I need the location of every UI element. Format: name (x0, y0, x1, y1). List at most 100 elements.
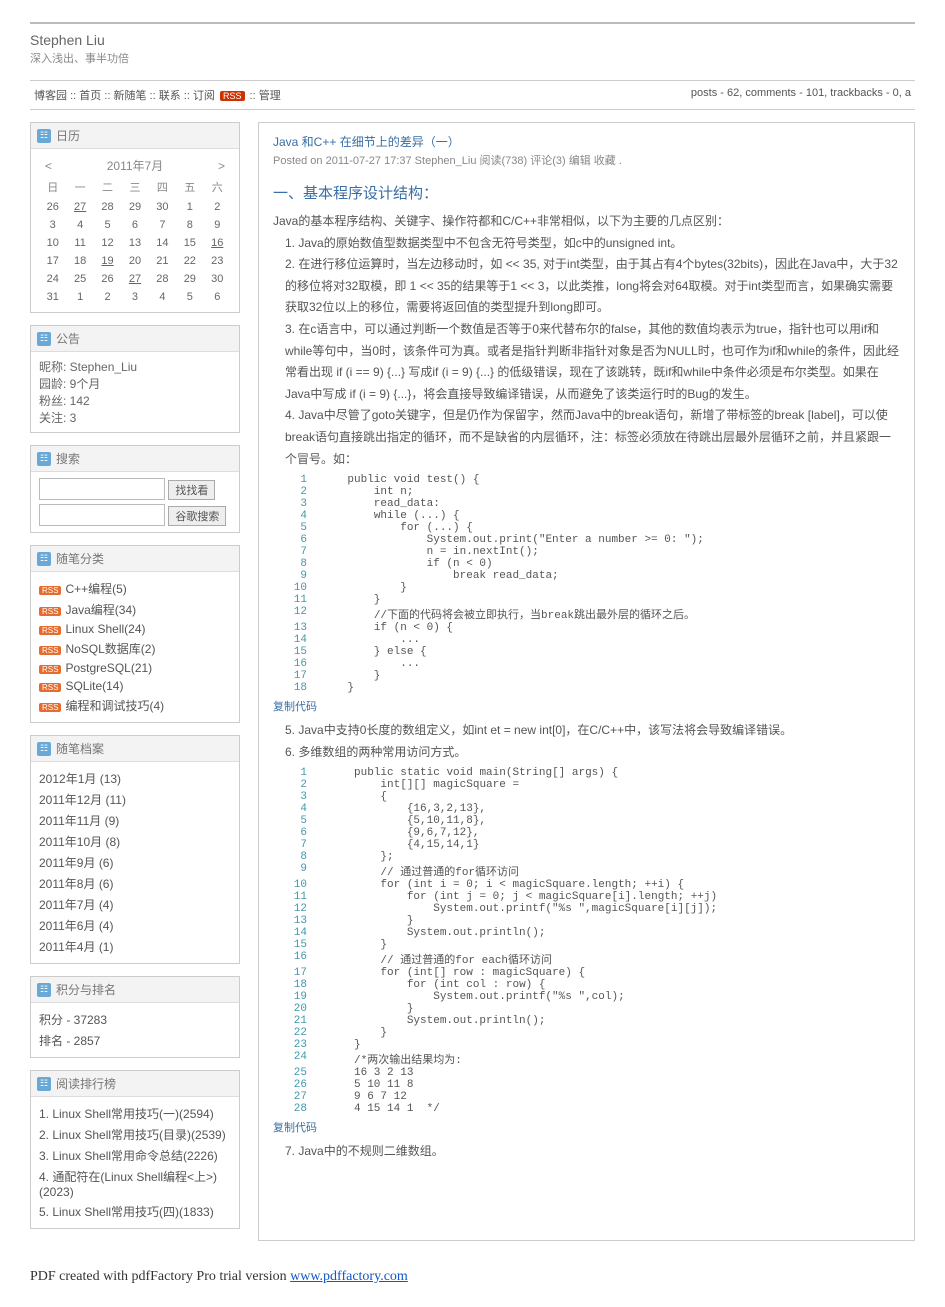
para-4: 4. Java中尽管了goto关键字，但是仍作为保留字，然而Java中的brea… (285, 405, 900, 470)
rss-icon[interactable]: RSS (39, 626, 61, 635)
cal-day[interactable]: 30 (149, 198, 176, 216)
pdffactory-link[interactable]: www.pdffactory.com (290, 1269, 408, 1284)
cal-day[interactable]: 21 (149, 252, 176, 270)
arch-link[interactable]: 2011年6月 (4) (39, 915, 231, 936)
arch-link[interactable]: 2011年9月 (6) (39, 852, 231, 873)
arch-link[interactable]: 2011年12月 (11) (39, 789, 231, 810)
cal-day[interactable]: 29 (121, 198, 148, 216)
cal-day[interactable]: 1 (66, 288, 93, 306)
cal-day[interactable]: 28 (149, 270, 176, 288)
section-heading: 一、基本程序设计结构： (273, 182, 900, 203)
arch-link[interactable]: 2011年10月 (8) (39, 831, 231, 852)
cal-day[interactable]: 15 (176, 234, 203, 252)
cal-day[interactable]: 2 (204, 198, 231, 216)
arch-link[interactable]: 2011年4月 (1) (39, 936, 231, 957)
cal-day[interactable]: 27 (66, 198, 93, 216)
cal-day[interactable]: 5 (176, 288, 203, 306)
cal-day[interactable]: 29 (176, 270, 203, 288)
cal-day[interactable]: 8 (176, 216, 203, 234)
cal-day[interactable]: 25 (66, 270, 93, 288)
para-5: 5. Java中支持0长度的数组定义，如int et = new int[0]，… (285, 720, 900, 742)
cal-day[interactable]: 27 (121, 270, 148, 288)
cat-link[interactable]: RSSC++编程(5) (39, 578, 231, 599)
rss-icon[interactable]: RSS (39, 703, 61, 712)
cal-day[interactable]: 31 (39, 288, 66, 306)
cal-day[interactable]: 22 (176, 252, 203, 270)
rss-icon[interactable]: RSS (39, 646, 61, 655)
cal-next[interactable]: > (218, 159, 225, 173)
cat-link[interactable]: RSSJava编程(34) (39, 599, 231, 620)
cal-day[interactable]: 5 (94, 216, 121, 234)
cal-day[interactable]: 9 (204, 216, 231, 234)
arch-link[interactable]: 2011年8月 (6) (39, 873, 231, 894)
rank-title: 积分与排名 (56, 981, 116, 998)
cal-day[interactable]: 20 (121, 252, 148, 270)
cal-day[interactable]: 3 (121, 288, 148, 306)
post-meta: Posted on 2011-07-27 17:37 Stephen_Liu 阅… (273, 152, 900, 168)
hot-link[interactable]: 1. Linux Shell常用技巧(一)(2594) (39, 1103, 231, 1124)
calendar-panel: ☷日历 < 2011年7月 > 日一二三四五六26272829301234567… (30, 122, 240, 313)
cat-link[interactable]: RSSLinux Shell(24) (39, 620, 231, 638)
cal-day[interactable]: 30 (204, 270, 231, 288)
copy-code-2[interactable]: 复制代码 (273, 1122, 317, 1134)
nav-link[interactable]: 管理 (259, 90, 281, 102)
hot-link[interactable]: 2. Linux Shell常用技巧(目录)(2539) (39, 1124, 231, 1145)
search-btn-1[interactable]: 找找看 (168, 480, 215, 500)
nav-link[interactable]: 联系 (159, 90, 181, 102)
para-1: 1. Java的原始数值型数据类型中不包含无符号类型，如c中的unsigned … (285, 233, 900, 255)
cal-prev[interactable]: < (45, 159, 52, 173)
cal-day[interactable]: 23 (204, 252, 231, 270)
announce-row: 关注: 3 (39, 409, 231, 426)
rss-icon[interactable]: RSS (39, 665, 61, 674)
search-panel: ☷搜索 找找看 谷歌搜索 (30, 445, 240, 533)
rss-icon[interactable]: RSS (39, 607, 61, 616)
cal-day[interactable]: 16 (204, 234, 231, 252)
copy-code-1[interactable]: 复制代码 (273, 701, 317, 713)
cal-day[interactable]: 7 (149, 216, 176, 234)
cal-day[interactable]: 3 (39, 216, 66, 234)
cal-day[interactable]: 10 (39, 234, 66, 252)
nav-link[interactable]: 首页 (79, 90, 101, 102)
arch-link[interactable]: 2011年11月 (9) (39, 810, 231, 831)
rss-icon[interactable]: RSS (39, 683, 61, 692)
search-input-2[interactable] (39, 504, 165, 526)
cal-day[interactable]: 6 (121, 216, 148, 234)
post-title[interactable]: Java 和C++ 在细节上的差异（一） (273, 133, 900, 150)
cal-day[interactable]: 14 (149, 234, 176, 252)
cat-link[interactable]: RSSPostgreSQL(21) (39, 659, 231, 677)
rss-icon[interactable]: RSS (39, 586, 61, 595)
arch-link[interactable]: 2011年7月 (4) (39, 894, 231, 915)
para-3: 3. 在c语言中，可以通过判断一个数值是否等于0来代替布尔的false，其他的数… (285, 319, 900, 405)
cal-day[interactable]: 19 (94, 252, 121, 270)
cal-day[interactable]: 17 (39, 252, 66, 270)
cal-day[interactable]: 1 (176, 198, 203, 216)
cal-day[interactable]: 28 (94, 198, 121, 216)
cal-day[interactable]: 4 (149, 288, 176, 306)
cal-day[interactable]: 11 (66, 234, 93, 252)
hot-link[interactable]: 5. Linux Shell常用技巧(四)(1833) (39, 1201, 231, 1222)
rss-badge[interactable]: RSS (220, 91, 245, 101)
cat-link[interactable]: RSS编程和调试技巧(4) (39, 695, 231, 716)
announce-row: 粉丝: 142 (39, 392, 231, 409)
cat-link[interactable]: RSSSQLite(14) (39, 677, 231, 695)
cal-day[interactable]: 13 (121, 234, 148, 252)
hot-link[interactable]: 3. Linux Shell常用命令总结(2226) (39, 1145, 231, 1166)
announce-row: 园龄: 9个月 (39, 375, 231, 392)
arch-icon: ☷ (37, 742, 51, 756)
cal-day[interactable]: 26 (39, 198, 66, 216)
cal-day[interactable]: 2 (94, 288, 121, 306)
cal-day[interactable]: 24 (39, 270, 66, 288)
search-btn-2[interactable]: 谷歌搜索 (168, 506, 226, 526)
arch-link[interactable]: 2012年1月 (13) (39, 768, 231, 789)
cal-day[interactable]: 4 (66, 216, 93, 234)
cat-link[interactable]: RSSNoSQL数据库(2) (39, 638, 231, 659)
search-input-1[interactable] (39, 478, 165, 500)
hot-link[interactable]: 4. 通配符在(Linux Shell编程<上>)(2023) (39, 1166, 231, 1201)
hot-panel: ☷阅读排行榜 1. Linux Shell常用技巧(一)(2594)2. Lin… (30, 1070, 240, 1229)
cal-day[interactable]: 26 (94, 270, 121, 288)
nav-link[interactable]: 新随笔 (113, 90, 146, 102)
nav-link[interactable]: 订阅 (193, 90, 215, 102)
cal-day[interactable]: 6 (204, 288, 231, 306)
cal-day[interactable]: 18 (66, 252, 93, 270)
cal-day[interactable]: 12 (94, 234, 121, 252)
